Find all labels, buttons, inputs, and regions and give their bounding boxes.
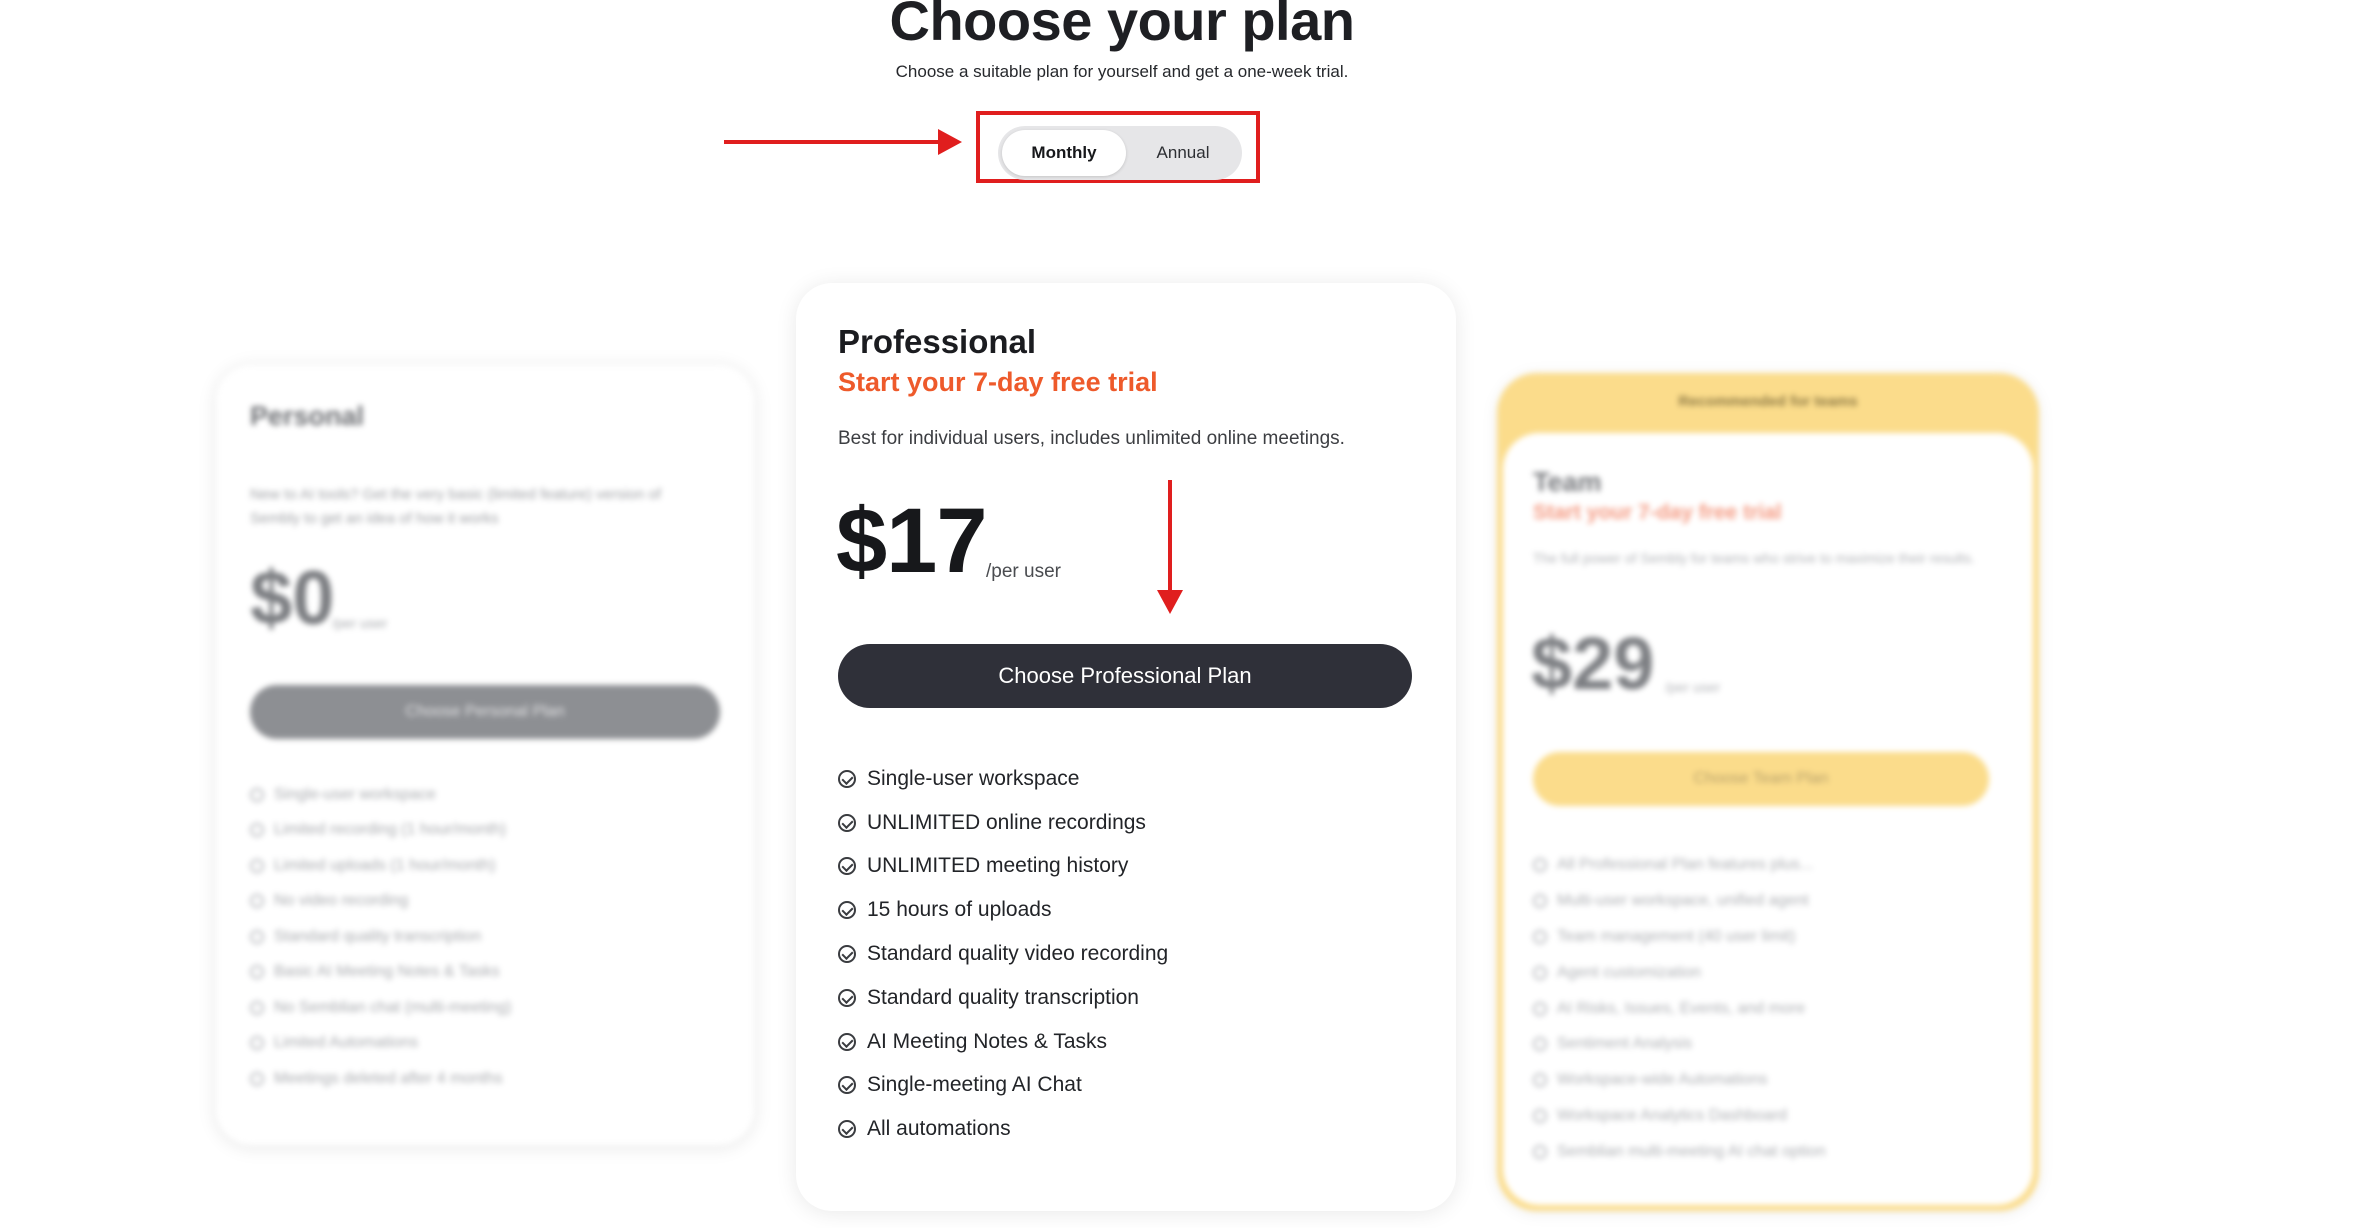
choose-professional-plan-button[interactable]: Choose Professional Plan [838,644,1412,708]
plan-card-personal: Personal New to AI tools? Get the very b… [216,365,754,1145]
plan-price-unit: /per user [986,561,1061,582]
check-circle-icon [1533,965,1547,980]
annotation-arrowhead-right [938,129,962,155]
feature-item: UNLIMITED meeting history [838,845,1168,889]
feature-item: Standard quality video recording [838,932,1168,976]
toggle-monthly[interactable]: Monthly [1002,130,1126,176]
feature-item: Team management (40 user limit) [1533,919,1826,955]
plan-name: Personal [250,401,365,431]
feature-item: All automations [838,1107,1168,1151]
annotation-arrowhead-down [1157,590,1183,614]
feature-item: Basic AI Meeting Notes & Tasks [250,955,511,991]
annotation-arrow-right [724,140,944,144]
check-circle-icon [838,1076,856,1095]
check-circle-icon [838,1032,856,1051]
check-circle-icon [1533,1037,1547,1052]
feature-item: Limited recording (1 hour/month) [250,813,511,849]
choose-personal-plan-button[interactable]: Choose Personal Plan [250,685,720,739]
feature-item: Agent customization [1533,955,1826,991]
page-title: Choose your plan [889,0,1355,52]
plan-price: $17 [836,490,987,592]
check-circle-icon [1533,857,1547,872]
feature-item: Semblian multi-meeting AI chat option [1533,1134,1826,1170]
feature-item: Single-user workspace [250,777,511,813]
plan-price: $29 [1531,622,1655,705]
check-circle-icon [250,858,264,873]
feature-item: Limited uploads (1 hour/month) [250,848,511,884]
plan-name: Team [1533,467,1602,497]
feature-item: Limited Automations [250,1026,511,1062]
billing-period-toggle[interactable]: Monthly Annual [998,126,1242,180]
check-circle-icon [250,823,264,838]
feature-item: 15 hours of uploads [838,888,1168,932]
annotation-arrow-down [1168,480,1172,592]
check-circle-icon [838,769,856,788]
check-circle-icon [250,1000,264,1015]
feature-item: Workspace Analytics Dashboard [1533,1098,1826,1134]
check-circle-icon [838,1120,856,1139]
plan-card-professional: Professional Start your 7-day free trial… [796,283,1456,1211]
feature-list: Single-user workspace Limited recording … [250,777,511,1097]
feature-item: Standard quality transcription [838,976,1168,1020]
page-subtitle: Choose a suitable plan for yourself and … [895,62,1349,81]
feature-item: Multi-user workspace, unified agent [1533,883,1826,919]
feature-item: All Professional Plan features plus... [1533,847,1826,883]
plan-trial-text: Start your 7-day free trial [838,367,1158,397]
feature-item: AI Risks, Issues, Events, and more [1533,991,1826,1027]
feature-item: Single-user workspace [838,757,1168,801]
feature-item: No video recording [250,884,511,920]
check-circle-icon [1533,1145,1547,1160]
check-circle-icon [1533,929,1547,944]
check-circle-icon [1533,1001,1547,1016]
plan-name: Professional [838,323,1037,360]
check-circle-icon [838,857,856,876]
check-circle-icon [250,787,264,802]
plan-price-unit: /per user [332,615,388,631]
check-circle-icon [838,901,856,920]
feature-list: All Professional Plan features plus... M… [1533,847,1826,1170]
plan-description: The full power of Sembly for teams who s… [1533,550,1975,566]
plan-card-body: Team Start your 7-day free trial The ful… [1503,433,2033,1205]
check-circle-icon [838,945,856,964]
plan-card-team: Recommended for teams Team Start your 7-… [1497,373,2039,1211]
feature-list: Single-user workspace UNLIMITED online r… [838,757,1168,1151]
feature-item: Standard quality transcription [250,919,511,955]
check-circle-icon [1533,1073,1547,1088]
feature-item: AI Meeting Notes & Tasks [838,1020,1168,1064]
check-circle-icon [250,1036,264,1051]
plan-description: Best for individual users, includes unli… [838,428,1345,449]
plan-trial-text: Start your 7-day free trial [1533,501,1782,524]
check-circle-icon [838,988,856,1007]
check-circle-icon [1533,1109,1547,1124]
feature-item: No Semblian chat (multi-meeting) [250,990,511,1026]
toggle-annual[interactable]: Annual [1128,130,1238,176]
plan-description: New to AI tools? Get the very basic (lim… [250,486,662,527]
feature-item: Meetings deleted after 4 months [250,1061,511,1097]
plan-price: $0 [250,556,335,641]
check-circle-icon [838,813,856,832]
feature-item: Single-meeting AI Chat [838,1064,1168,1108]
check-circle-icon [250,1071,264,1086]
feature-item: Sentiment Analysis [1533,1026,1826,1062]
choose-team-plan-button[interactable]: Choose Team Plan [1533,752,1989,806]
feature-item: UNLIMITED online recordings [838,801,1168,845]
check-circle-icon [1533,893,1547,908]
plan-price-unit: /per user [1665,679,1721,695]
check-circle-icon [250,929,264,944]
check-circle-icon [250,894,264,909]
recommended-badge: Recommended for teams [1678,393,1858,410]
feature-item: Workspace-wide Automations [1533,1062,1826,1098]
check-circle-icon [250,965,264,980]
